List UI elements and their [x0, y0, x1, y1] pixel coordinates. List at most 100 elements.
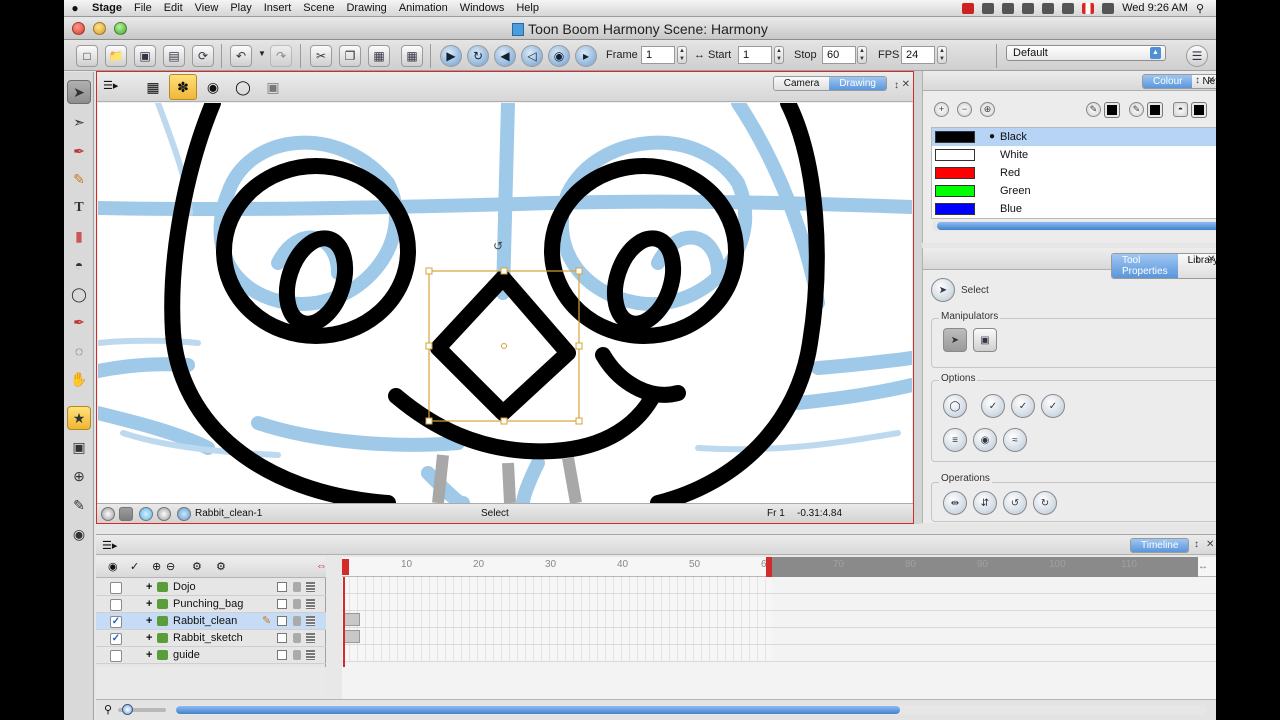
onion-skin-button[interactable]: ◉ — [199, 74, 227, 100]
fps-field[interactable]: 24 — [901, 46, 935, 64]
flatten-button[interactable]: ≡ — [943, 428, 967, 452]
paint-colour-icon[interactable]: ◓ — [1173, 102, 1188, 117]
close-window-button[interactable] — [72, 22, 85, 35]
layer-options-icon[interactable] — [306, 582, 315, 592]
expand-layer-icon[interactable]: + — [146, 579, 152, 596]
reset-view-icon[interactable] — [119, 507, 133, 521]
timeline-scroll-thumb[interactable] — [176, 706, 900, 714]
create-colour-art-button[interactable]: ◉ — [973, 428, 997, 452]
grid-snap-tool[interactable]: ⊕ — [67, 464, 91, 488]
menu-edit[interactable]: Edit — [158, 2, 189, 14]
auto-light-table-tool[interactable]: ★ — [67, 406, 91, 430]
bluetooth-icon[interactable] — [1022, 2, 1035, 14]
show-all-icon[interactable]: ◉ — [108, 560, 118, 573]
volume-icon[interactable] — [1062, 2, 1075, 14]
menu-animation[interactable]: Animation — [393, 2, 454, 14]
play-button[interactable]: ▶ — [440, 45, 462, 67]
workspace-manager-button[interactable]: ☰ — [1186, 45, 1208, 67]
add-peg-icon[interactable]: ⚙ — [192, 560, 202, 573]
sound-button[interactable]: ◀ — [494, 45, 516, 67]
hand-tool[interactable]: ✋ — [67, 367, 91, 391]
layer-enable-checkbox[interactable] — [110, 650, 122, 662]
frame-row[interactable] — [342, 628, 1216, 645]
layer-colour-box[interactable] — [277, 582, 287, 592]
contour-colour-icon[interactable]: ✎ — [1086, 102, 1101, 117]
frame-row[interactable] — [342, 594, 1216, 611]
colour-swatch-row[interactable]: Green — [932, 182, 1216, 200]
start-stepper[interactable]: ▲ ▼ — [774, 46, 784, 64]
lasso-mode-button[interactable]: ◯ — [943, 394, 967, 418]
morph-tool[interactable]: ◉ — [67, 522, 91, 546]
permanent-selection-button[interactable]: ▣ — [973, 328, 997, 352]
reset-rotation-icon[interactable] — [157, 507, 171, 521]
layer-options-icon[interactable] — [306, 633, 315, 643]
lock-icon[interactable] — [293, 633, 301, 643]
ruler-end-icon[interactable]: ↔ — [1198, 561, 1208, 572]
menu-view[interactable]: View — [189, 2, 225, 14]
save-as-button[interactable]: ▤ — [163, 45, 185, 67]
frame-row[interactable] — [342, 577, 1216, 594]
tab-tool-properties[interactable]: Tool Properties — [1112, 254, 1178, 278]
app-status-icon[interactable] — [962, 2, 975, 14]
menu-help[interactable]: Help — [510, 2, 545, 14]
close-timeline-icon[interactable]: ✕ — [1206, 539, 1214, 550]
layer-enable-checkbox[interactable] — [110, 582, 122, 594]
layer-row[interactable]: + Punching_bag — [96, 596, 326, 613]
layer-enable-checkbox[interactable]: ✓ — [110, 633, 122, 645]
colour-swatch-row[interactable]: White — [932, 146, 1216, 164]
battery-icon[interactable] — [1102, 2, 1115, 14]
lock-icon[interactable] — [293, 650, 301, 660]
frame-stepper[interactable]: ▲ ▼ — [677, 46, 687, 64]
colour-swatch-row[interactable]: Blue — [932, 200, 1216, 218]
input-source-flag-icon[interactable] — [1082, 2, 1095, 14]
rotate-ccw-button[interactable]: ↺ — [1003, 491, 1027, 515]
timeline-ruler[interactable]: 102030405060708090100110 ↔ — [342, 557, 1216, 577]
menu-drawing[interactable]: Drawing — [340, 2, 392, 14]
timeline-menu-icon[interactable]: ☰▸ — [102, 539, 117, 552]
open-scene-button[interactable]: 📁 — [105, 45, 127, 67]
close-colour-panel-icon[interactable]: ✕ — [1207, 75, 1215, 86]
playhead-marker[interactable] — [342, 559, 349, 575]
layer-row[interactable]: + Dojo — [96, 579, 326, 596]
close-tool-properties-icon[interactable]: ✕ — [1207, 254, 1215, 265]
view-options-icon[interactable]: ↕ — [894, 80, 899, 91]
tab-drawing[interactable]: Drawing — [829, 77, 886, 90]
add-layer-icon[interactable]: ⊕ — [152, 560, 161, 573]
rotate-cw-button[interactable]: ↻ — [1033, 491, 1057, 515]
layer-row[interactable]: ✓ + Rabbit_sketch — [96, 630, 326, 647]
layer-options-icon[interactable] — [306, 616, 315, 626]
loop-button[interactable]: ↻ — [467, 45, 489, 67]
layer-colour-box[interactable] — [277, 616, 287, 626]
layer-enable-checkbox[interactable] — [110, 599, 122, 611]
copy-button[interactable]: ❐ — [339, 45, 361, 67]
snap-to-grid-button[interactable]: ✓ — [1041, 394, 1065, 418]
render-preview-button[interactable]: ◉ — [548, 45, 570, 67]
layer-options-icon[interactable] — [306, 650, 315, 660]
expand-layer-icon[interactable]: + — [146, 630, 152, 647]
redo-button[interactable]: ↷ — [270, 45, 292, 67]
cut-button[interactable]: ✂ — [310, 45, 332, 67]
layer-properties-icon[interactable]: ⚙ — [216, 560, 226, 573]
pencil-tool[interactable]: ✎ — [67, 167, 91, 191]
exposure-cell[interactable] — [344, 613, 360, 626]
fps-stepper[interactable]: ▲ ▼ — [937, 46, 947, 64]
menu-play[interactable]: Play — [224, 2, 257, 14]
onion-skin-tool[interactable]: ✎ — [67, 493, 91, 517]
flip-vertical-button[interactable]: ⇵ — [973, 491, 997, 515]
frame-field[interactable]: 1 — [641, 46, 675, 64]
preview-button[interactable]: ◯ — [229, 74, 257, 100]
exposure-cell[interactable] — [344, 630, 360, 643]
tab-camera[interactable]: Camera — [773, 77, 830, 90]
line-colour-swatch[interactable] — [1104, 102, 1120, 118]
colour-horizontal-scrollbar[interactable] — [933, 221, 1216, 231]
expand-layer-icon[interactable]: + — [146, 596, 152, 613]
light-table-button[interactable]: ✽ — [169, 74, 197, 100]
layer-options-icon[interactable] — [306, 599, 315, 609]
stop-stepper[interactable]: ▲ ▼ — [857, 46, 867, 64]
close-gap-tool[interactable]: ◌ — [67, 339, 91, 363]
layer-enable-checkbox[interactable]: ✓ — [110, 616, 122, 628]
display-icon[interactable] — [982, 2, 995, 14]
remove-layer-icon[interactable]: ⊖ — [166, 560, 175, 573]
timeline-horizontal-scrollbar[interactable] — [176, 705, 1206, 715]
expand-collapse-icon[interactable]: ⇔ — [316, 560, 327, 572]
